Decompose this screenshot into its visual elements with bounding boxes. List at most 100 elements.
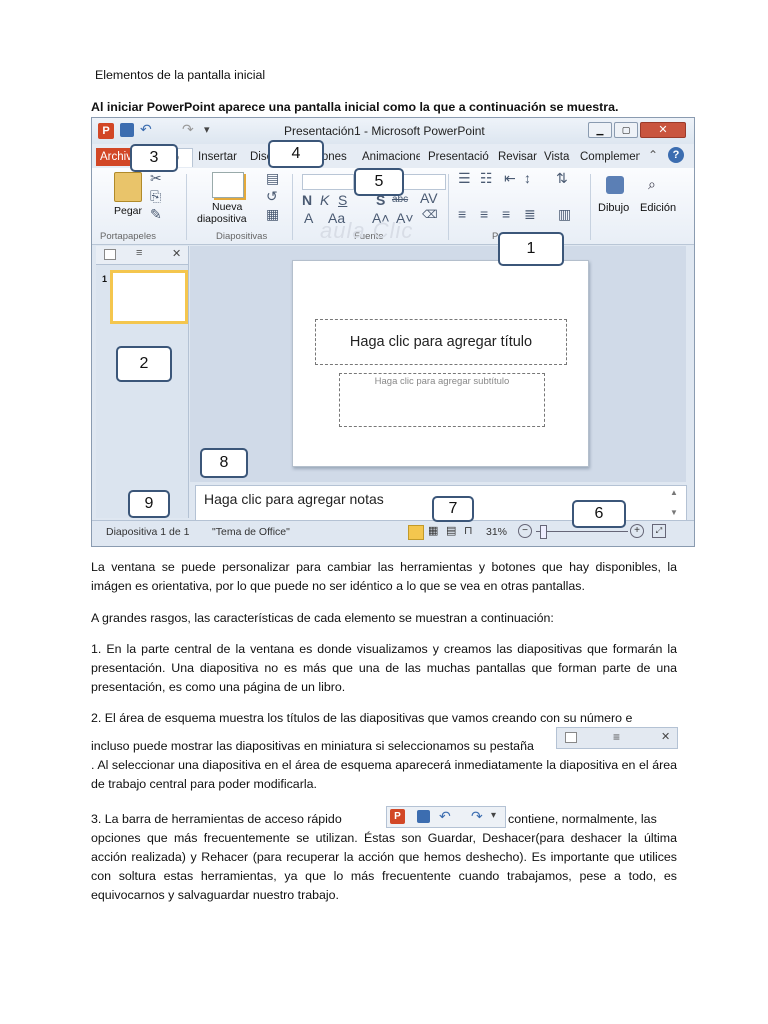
scroll-up-icon[interactable]: ▲	[670, 488, 678, 497]
paragraph-customize: La ventana se puede personalizar para ca…	[91, 560, 677, 593]
zoom-slider-thumb[interactable]	[540, 525, 547, 539]
align-left-icon[interactable]: ≡	[458, 206, 466, 222]
notes-placeholder: Haga clic para agregar notas	[204, 491, 384, 507]
item-3-lead: 3. La barra de herramientas de acceso rá…	[91, 812, 342, 826]
align-center-icon[interactable]: ≡	[480, 206, 488, 222]
item-2-line-3: . Al seleccionar una diapositiva en el á…	[91, 758, 677, 791]
align-right-icon[interactable]: ≡	[502, 206, 510, 222]
tab-review[interactable]: Revisar	[498, 148, 538, 166]
redo-icon: ↷	[471, 808, 483, 824]
window-title: Presentación1 - Microsoft PowerPoint	[284, 124, 485, 138]
tab-slideshow[interactable]: Presentació	[428, 148, 490, 166]
sorter-view-icon[interactable]: ▦	[428, 524, 438, 537]
bold-icon[interactable]: N	[302, 192, 312, 208]
save-icon	[417, 810, 430, 823]
undo-icon[interactable]: ↶	[140, 121, 152, 138]
drawing-label[interactable]: Dibujo	[598, 202, 629, 214]
font-name-box[interactable]	[302, 174, 354, 190]
normal-view-icon[interactable]	[408, 525, 424, 540]
item-1-text: 1. En la parte central de la ventana es …	[91, 642, 677, 694]
bullets-icon[interactable]: ☰	[458, 170, 471, 187]
slides-tab-icon[interactable]	[104, 249, 116, 260]
char-spacing-icon[interactable]: AV	[420, 190, 438, 206]
item-2-line-2: incluso puede mostrar las diapositivas e…	[91, 739, 534, 753]
scroll-down-icon[interactable]: ▼	[670, 508, 678, 517]
subtitle-placeholder[interactable]: Haga clic para agregar subtítulo	[339, 373, 545, 427]
format-painter-icon[interactable]: ✎	[150, 206, 162, 223]
ribbon-separator	[292, 174, 293, 240]
outline-tabs-image: ≡ ✕	[556, 727, 678, 749]
minimize-ribbon-icon[interactable]: ⌃	[648, 148, 658, 162]
minimize-icon[interactable]: ▁	[588, 122, 612, 138]
reset-icon[interactable]: ↺	[266, 188, 278, 205]
section-icon[interactable]: ▦	[266, 206, 279, 223]
callout-8: 8	[200, 448, 248, 478]
paragraph-overview: A grandes rasgos, las características de…	[91, 611, 554, 625]
item-2-line-1: 2. El área de esquema muestra los título…	[91, 711, 633, 725]
callout-9: 9	[128, 490, 170, 518]
status-slide-count: Diapositiva 1 de 1	[106, 526, 190, 538]
status-theme: "Tema de Office"	[212, 526, 290, 538]
slide-canvas[interactable]: Haga clic para agregar título Haga clic …	[292, 260, 589, 467]
slide-thumbnail[interactable]	[110, 270, 188, 324]
quick-access-toolbar-image: P ↶ ↷ ▾	[386, 806, 506, 828]
font-color-icon[interactable]: A	[304, 210, 313, 226]
reading-view-icon[interactable]: ▤	[446, 524, 456, 537]
section-heading: Elementos de la pantalla inicial	[95, 68, 266, 82]
callout-3: 3	[130, 144, 178, 172]
italic-icon[interactable]: K	[320, 192, 329, 208]
item-3-body: opciones que más frecuentemente se utili…	[91, 831, 677, 902]
new-slide-icon[interactable]	[212, 172, 244, 198]
new-slide-label-1[interactable]: Nueva	[212, 201, 242, 213]
zoom-level[interactable]: 31%	[486, 526, 507, 538]
slideshow-view-icon[interactable]: ⊓	[464, 524, 473, 537]
callout-7: 7	[432, 496, 474, 522]
justify-icon[interactable]: ≣	[524, 206, 536, 223]
watermark-logo: aula Clic	[320, 218, 414, 243]
slide-thumbnail-number: 1	[102, 274, 108, 284]
close-pane-icon[interactable]: ✕	[172, 247, 181, 260]
help-icon[interactable]: ?	[668, 147, 684, 163]
save-icon[interactable]	[120, 123, 134, 137]
tab-insert[interactable]: Insertar	[198, 148, 244, 166]
paste-label[interactable]: Pegar	[114, 205, 142, 217]
tab-animations[interactable]: Animaciones	[362, 148, 420, 166]
redo-icon[interactable]: ↷	[182, 121, 194, 138]
editing-label[interactable]: Edición	[640, 202, 676, 214]
close-window-icon[interactable]: ✕	[640, 122, 686, 138]
line-spacing-icon[interactable]: ↕	[524, 170, 531, 186]
group-clipboard-label: Portapapeles	[100, 231, 156, 242]
clear-format-icon[interactable]: ⌫	[422, 208, 438, 221]
zoom-in-icon[interactable]: +	[630, 524, 644, 538]
binoculars-icon[interactable]: ⌕	[648, 176, 656, 193]
title-placeholder[interactable]: Haga clic para agregar título	[315, 319, 567, 365]
copy-icon[interactable]: ⎘	[150, 188, 161, 205]
outline-tab-icon[interactable]: ≡	[136, 247, 142, 259]
ribbon-tabs: Archivo Inicio Insertar Diseño Transicio…	[92, 144, 694, 169]
indent-icon[interactable]: ⇤	[504, 170, 516, 187]
fit-slide-icon[interactable]: ⤢	[652, 524, 666, 538]
new-slide-label-2[interactable]: diapositiva	[197, 213, 247, 225]
drawing-icon[interactable]	[606, 176, 624, 194]
zoom-slider-track[interactable]	[536, 531, 628, 532]
customize-qat-icon[interactable]: ▾	[204, 123, 210, 136]
text-direction-icon[interactable]: ⇅	[556, 170, 568, 187]
zoom-out-icon[interactable]: −	[518, 524, 532, 538]
cut-icon[interactable]: ✂	[150, 170, 162, 187]
layout-icon[interactable]: ▤	[266, 170, 279, 187]
tab-addins[interactable]: Complemen	[580, 148, 640, 166]
maximize-icon[interactable]: ▢	[614, 122, 638, 138]
ribbon-separator	[186, 174, 187, 240]
tab-view[interactable]: Vista	[544, 148, 574, 166]
paste-icon[interactable]	[114, 172, 142, 202]
callout-6: 6	[572, 500, 626, 528]
powerpoint-screenshot: P ↶ ↷ ▾ Presentación1 - Microsoft PowerP…	[91, 117, 695, 547]
outline-tabs: ≡ ✕	[96, 246, 188, 265]
numbering-icon[interactable]: ☷	[480, 170, 493, 187]
callout-1: 1	[498, 232, 564, 266]
undo-icon: ↶	[439, 808, 451, 824]
outline-tab-icon: ≡	[613, 730, 621, 744]
item-3-cont: contiene, normalmente, las	[508, 812, 657, 826]
underline-icon[interactable]: S	[338, 192, 347, 208]
smartart-icon[interactable]: ▥	[558, 206, 571, 223]
